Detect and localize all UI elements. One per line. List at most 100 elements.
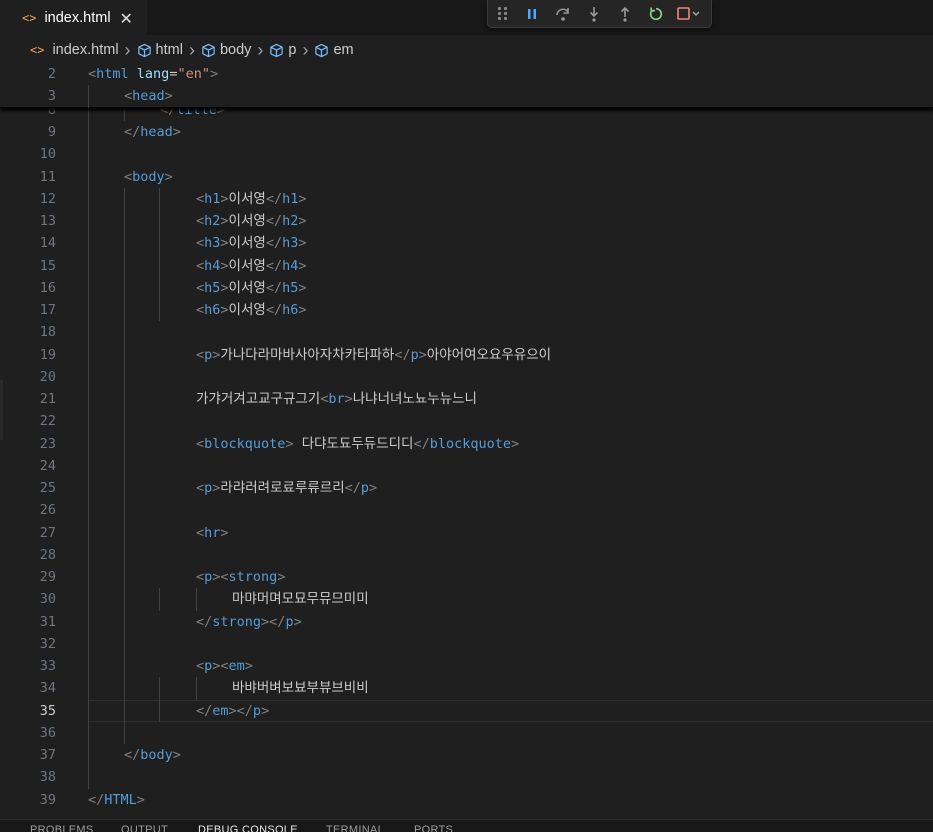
indent-guide [124, 655, 125, 678]
indent-guide [88, 165, 89, 188]
code-line[interactable]: 26 [0, 499, 933, 522]
code-line[interactable]: 37 </body> [0, 744, 933, 767]
step-out-button[interactable] [609, 1, 640, 27]
breadcrumb-item-em[interactable]: em [314, 42, 354, 58]
chevron-right-icon: › [188, 40, 195, 60]
code-line[interactable]: 38 [0, 766, 933, 789]
code-line[interactable]: 39 </HTML> [0, 789, 933, 811]
code-line[interactable]: 28 [0, 543, 933, 566]
code-line[interactable]: 10 [0, 143, 933, 166]
code-line[interactable]: 35 </em></p> [0, 699, 933, 722]
breadcrumb-file[interactable]: <> index.html [30, 42, 119, 58]
token-tag: blockquote [204, 435, 286, 452]
code-content: 바뱌버벼보뵤부뷰브비비 [232, 677, 369, 699]
token-tag: hr [204, 524, 221, 541]
indent-guide [88, 321, 89, 344]
step-over-button[interactable] [547, 1, 578, 27]
code-line[interactable]: 33 <p><em> [0, 655, 933, 678]
line-number: 2 [47, 66, 56, 82]
stop-button[interactable] [671, 1, 707, 27]
token-br: < [196, 524, 205, 541]
token-text: 이서영 [228, 279, 266, 296]
code-line[interactable]: 14 <h3>이서영</h3> [0, 232, 933, 255]
token-br: < [124, 88, 133, 105]
breadcrumb-item-label: em [333, 42, 354, 58]
token-br: > [298, 302, 307, 318]
code-content: <h3>이서영</h3> [196, 232, 306, 254]
code-line[interactable]: 21 가갸거겨고교구규그기<br>나냐너녀노뇨누뉴느니 [0, 388, 933, 411]
token-br: < [196, 346, 205, 363]
token-br: > [220, 279, 229, 296]
tab-label: index.html [44, 10, 111, 26]
indent-guide [196, 588, 197, 611]
code-line[interactable]: 9 </head> [0, 121, 933, 144]
sticky-scroll[interactable]: 2 <html lang="en"> 3 <head> [0, 63, 933, 108]
indent-guide [88, 143, 89, 166]
code-line[interactable]: 36 [0, 721, 933, 744]
step-into-button[interactable] [578, 1, 609, 27]
breadcrumb-item-body[interactable]: body [201, 42, 251, 58]
code-line[interactable]: 25 <p>라랴러려로료루류르리</p> [0, 477, 933, 500]
token-br: </ [265, 302, 283, 318]
close-icon[interactable]: ✕ [120, 9, 133, 28]
indent-guide [159, 677, 160, 700]
code-line[interactable]: 12 <h1>이서영</h1> [0, 187, 933, 210]
indent-guide [88, 677, 89, 700]
code-line[interactable]: 27 <hr> [0, 521, 933, 544]
code-line[interactable]: 22 [0, 410, 933, 433]
code-line[interactable]: 20 [0, 365, 933, 388]
code-line[interactable]: 31 </strong></p> [0, 610, 933, 633]
code-line[interactable]: 16 <h5>이서영</h5> [0, 276, 933, 299]
code-line[interactable]: 17 <h6>이서영</h6> [0, 299, 933, 322]
bottom-panel-tabs: PROBLEMS OUTPUT DEBUG CONSOLE TERMINAL PORTS [0, 819, 933, 832]
code-line[interactable]: 32 [0, 632, 933, 655]
stop-icon [677, 6, 700, 20]
code-line[interactable]: 30 마먀머며모묘무뮤므미미 [0, 588, 933, 611]
token-text: 다댜도됴두듀드디디 [293, 435, 414, 452]
tab-index-html[interactable]: <> index.html ✕ [0, 0, 147, 35]
token-br: > [220, 190, 229, 207]
code-content: <h5>이서영</h5> [196, 277, 306, 299]
indent-guide [88, 299, 89, 322]
code-line[interactable]: 13 <h2>이서영</h2> [0, 210, 933, 233]
indent-guide [88, 632, 89, 655]
code-content: <html lang="en"> [88, 63, 218, 85]
token-br: > [220, 235, 229, 252]
code-line[interactable]: 3 <head> [0, 85, 933, 108]
code-content: <h6>이서영</h6> [196, 299, 306, 321]
code-line[interactable]: 23 <blockquote> 다댜도됴두듀드디디</blockquote> [0, 432, 933, 455]
code-line[interactable]: 2 <html lang="en"> [0, 63, 933, 85]
token-text: 이서영 [228, 213, 266, 229]
code-line[interactable]: 18 [0, 321, 933, 344]
line-number: 26 [39, 502, 56, 519]
token-br: > [261, 702, 270, 719]
code-line[interactable]: 24 [0, 454, 933, 477]
token-br: > [298, 279, 307, 296]
token-tag: em [228, 658, 245, 674]
indent-guide [124, 699, 125, 722]
code-line[interactable]: 34 바뱌버벼보뵤부뷰브비비 [0, 677, 933, 700]
pause-button[interactable] [516, 1, 547, 27]
breadcrumb: <> index.html › html › body › p › em [0, 38, 933, 62]
code-line[interactable]: 19 <p>가나다라마바사아자차카타파하</p>아야어여오요우유으이 [0, 343, 933, 366]
code-editor[interactable]: 8 </title> 9 </head> 10 11 <body> 12 <h1>이서영</h1… [0, 63, 933, 819]
code-content: <p>라랴러려로료루류르리</p> [196, 477, 377, 499]
breadcrumb-item-html[interactable]: html [137, 42, 183, 58]
code-line[interactable]: 29 <p><strong> [0, 566, 933, 589]
token-br: </ [124, 747, 141, 763]
token-tag: h1 [282, 190, 299, 207]
token-str: "en" [177, 66, 210, 82]
token-br: > [172, 124, 181, 140]
token-br: </ [265, 279, 283, 296]
code-line[interactable]: 11 <body> [0, 165, 933, 188]
restart-button[interactable] [640, 1, 671, 27]
code-line[interactable]: 15 <h4>이서영</h4> [0, 254, 933, 277]
token-br: < [196, 435, 205, 452]
token-text: 라랴러려로료루류르리 [220, 480, 345, 496]
drag-handle-icon[interactable] [498, 6, 510, 21]
token-br: < [196, 213, 205, 229]
token-text: 가나다라마바사아자차카타파하 [220, 346, 395, 363]
token-tag: p [360, 480, 370, 496]
breadcrumb-item-p[interactable]: p [269, 42, 296, 58]
indent-guide [124, 588, 125, 611]
